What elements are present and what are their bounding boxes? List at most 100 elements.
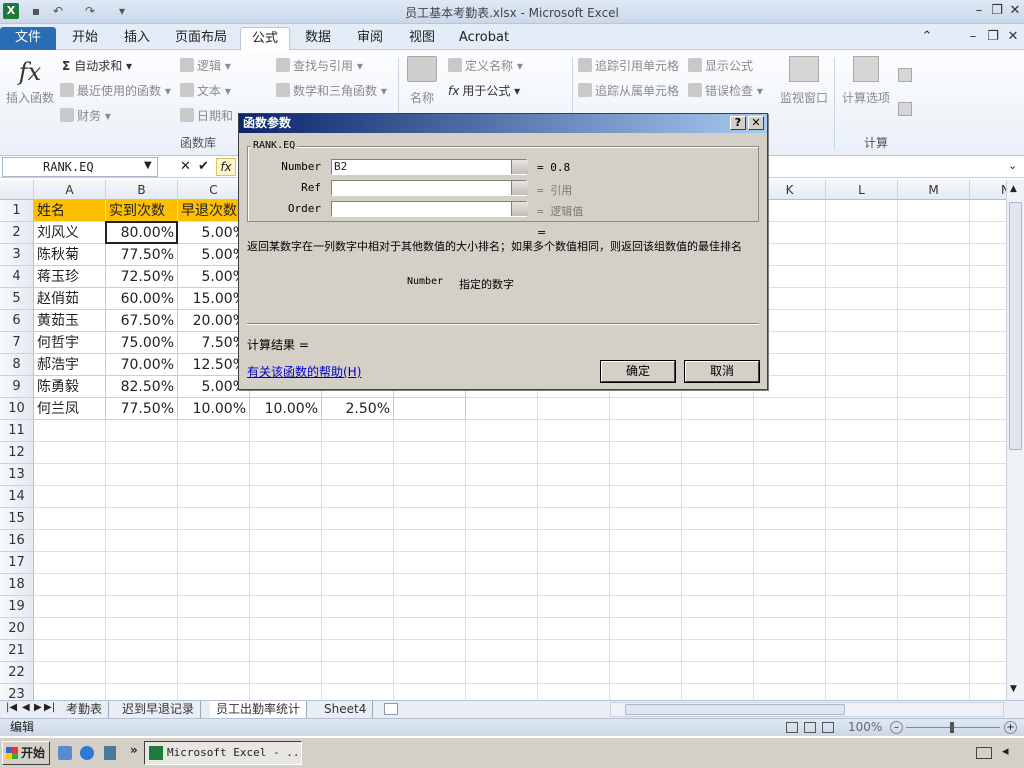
cell[interactable] (178, 640, 250, 662)
zoom-in-icon[interactable]: + (1004, 721, 1017, 734)
cell[interactable] (322, 574, 394, 596)
select-all-corner[interactable] (0, 180, 34, 200)
cell[interactable] (970, 530, 1006, 552)
cell[interactable] (682, 684, 754, 700)
cell[interactable] (466, 530, 538, 552)
cell[interactable] (754, 530, 826, 552)
cell[interactable] (322, 442, 394, 464)
vertical-scrollbar[interactable]: ▲ ▼ (1006, 180, 1024, 700)
cell[interactable] (970, 574, 1006, 596)
cell[interactable] (250, 596, 322, 618)
cell[interactable] (394, 442, 466, 464)
zoom-slider-thumb[interactable] (950, 722, 954, 733)
cell[interactable] (610, 596, 682, 618)
cell[interactable] (898, 354, 970, 376)
cell[interactable] (538, 530, 610, 552)
cell[interactable] (610, 640, 682, 662)
cell[interactable] (970, 552, 1006, 574)
cell[interactable] (106, 684, 178, 700)
cell[interactable] (898, 376, 970, 398)
row-header-12[interactable]: 12 (0, 442, 34, 464)
cell[interactable] (466, 420, 538, 442)
cell[interactable] (610, 486, 682, 508)
view-layout-icon[interactable] (804, 722, 816, 733)
cell[interactable] (394, 464, 466, 486)
header-cell[interactable]: 姓名 (34, 200, 106, 222)
cell[interactable] (754, 640, 826, 662)
cell[interactable] (682, 596, 754, 618)
cell[interactable] (682, 662, 754, 684)
datetime-button[interactable]: 日期和 (180, 106, 233, 126)
cell[interactable] (898, 442, 970, 464)
sheet-nav-prev-icon[interactable]: ◀ (22, 702, 30, 713)
cell[interactable] (754, 662, 826, 684)
cell[interactable] (682, 640, 754, 662)
tab-insert[interactable]: 插入 (114, 27, 160, 50)
ribbon-collapse-icon[interactable]: ⌃ (918, 28, 936, 46)
cell[interactable] (34, 420, 106, 442)
view-pagebreak-icon[interactable] (822, 722, 834, 733)
cell[interactable] (538, 662, 610, 684)
cell[interactable] (970, 640, 1006, 662)
tab-home[interactable]: 开始 (62, 27, 108, 50)
dialog-title[interactable]: 函数参数 (239, 114, 767, 133)
cell[interactable] (682, 486, 754, 508)
row-header-5[interactable]: 5 (0, 288, 34, 310)
cell[interactable]: 77.50% (106, 244, 178, 266)
row-header-23[interactable]: 23 (0, 684, 34, 700)
formula-expand-icon[interactable]: ⌄ (1008, 159, 1017, 172)
cell[interactable] (394, 596, 466, 618)
cell[interactable] (826, 508, 898, 530)
row-header-13[interactable]: 13 (0, 464, 34, 486)
cell[interactable] (106, 464, 178, 486)
cell[interactable] (34, 596, 106, 618)
sheet-tab-attendance[interactable]: 考勤表 (60, 701, 110, 718)
quicklaunch-media-icon[interactable] (104, 746, 116, 760)
math-button[interactable]: 数学和三角函数 ▾ (276, 81, 387, 101)
cell[interactable] (178, 574, 250, 596)
text-button[interactable]: 文本 ▾ (180, 81, 231, 101)
cell[interactable] (610, 398, 682, 420)
cell[interactable] (898, 332, 970, 354)
cell[interactable] (34, 486, 106, 508)
name-box-dropdown-icon[interactable]: ▼ (144, 160, 152, 171)
error-check-button[interactable]: 错误检查 ▾ (688, 81, 763, 101)
cell[interactable]: 何兰凤 (34, 398, 106, 420)
close-button[interactable]: ✕ (1006, 2, 1024, 20)
row-header-9[interactable]: 9 (0, 376, 34, 398)
cell[interactable] (826, 354, 898, 376)
row-header-22[interactable]: 22 (0, 662, 34, 684)
tray-speaker-icon[interactable]: ◂ (1002, 744, 1009, 759)
cell[interactable] (178, 442, 250, 464)
cell[interactable] (970, 310, 1006, 332)
row-header-6[interactable]: 6 (0, 310, 34, 332)
recent-functions-button[interactable]: 最近使用的函数 ▾ (60, 81, 171, 101)
cell[interactable]: 67.50% (106, 310, 178, 332)
cell[interactable] (250, 662, 322, 684)
cell[interactable] (394, 662, 466, 684)
tab-data[interactable]: 数据 (296, 27, 340, 50)
fx-button[interactable]: fx (216, 158, 236, 176)
cell[interactable] (538, 552, 610, 574)
cell[interactable] (250, 464, 322, 486)
cell[interactable] (898, 662, 970, 684)
cell[interactable] (826, 398, 898, 420)
cell[interactable] (754, 618, 826, 640)
cell[interactable] (898, 530, 970, 552)
row-header-16[interactable]: 16 (0, 530, 34, 552)
finance-button[interactable]: 财务 ▾ (60, 106, 111, 126)
cell[interactable] (538, 398, 610, 420)
cell[interactable] (394, 398, 466, 420)
cell[interactable] (250, 552, 322, 574)
cell[interactable] (826, 684, 898, 700)
cell[interactable] (322, 420, 394, 442)
sheet-nav-first-icon[interactable]: |◀ (6, 702, 17, 713)
cell[interactable] (538, 442, 610, 464)
cell[interactable] (970, 486, 1006, 508)
cell[interactable] (610, 618, 682, 640)
cell[interactable] (394, 530, 466, 552)
cell[interactable] (106, 596, 178, 618)
cell[interactable] (610, 684, 682, 700)
cell[interactable] (826, 200, 898, 222)
taskbar-excel-item[interactable]: Microsoft Excel - ... (144, 741, 302, 765)
